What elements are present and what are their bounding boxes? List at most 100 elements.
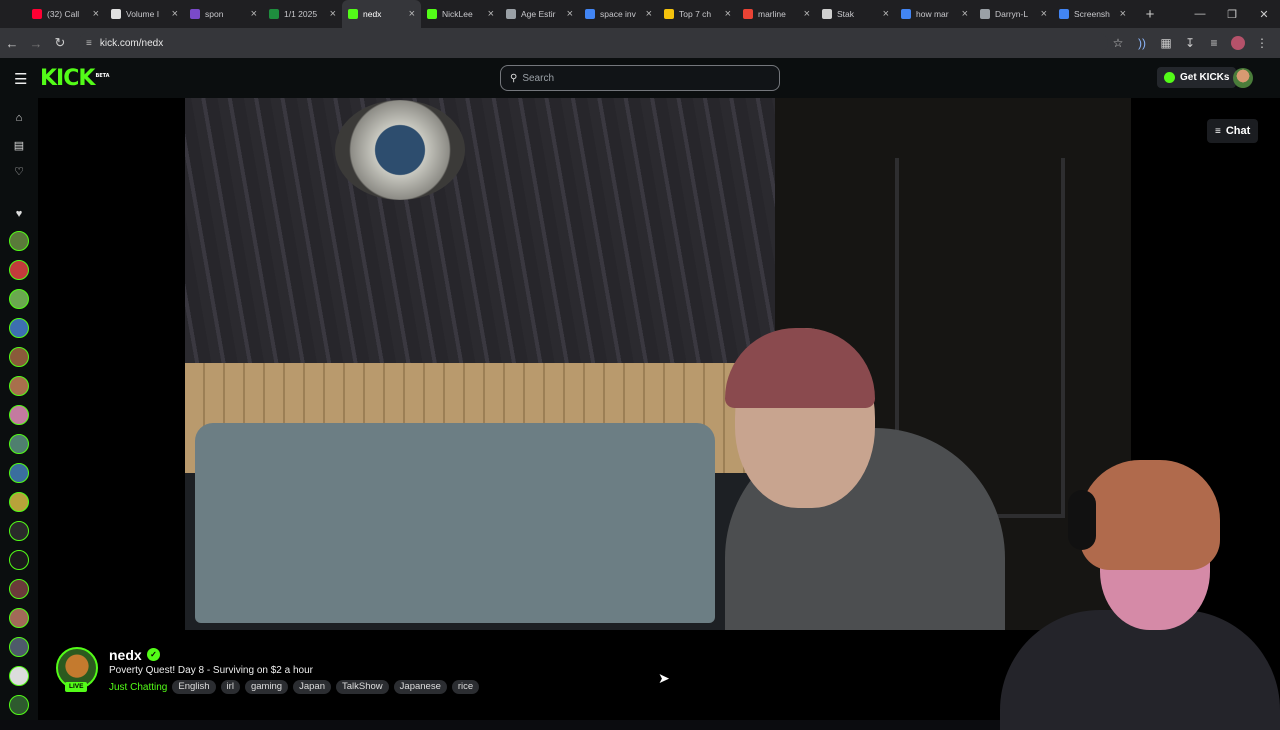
video-scene-sofa (195, 423, 715, 623)
main-content: ≡ Chat LIVE nedx ✓ Poverty Quest! Day 8 … (38, 98, 1280, 730)
tab-close-icon[interactable]: × (646, 8, 652, 20)
browser-tab[interactable]: Volume I × (105, 0, 184, 28)
tab-close-icon[interactable]: × (251, 8, 257, 20)
tab-favicon-icon (111, 9, 121, 19)
followed-channel-avatar[interactable] (9, 289, 29, 309)
download-icon[interactable]: ↧ (1178, 36, 1202, 50)
tab-close-icon[interactable]: × (488, 8, 494, 20)
mouse-cursor-icon: ➤ (658, 670, 670, 686)
tab-close-icon[interactable]: × (567, 8, 573, 20)
browser-tab[interactable]: (32) Call × (26, 0, 105, 28)
kick-logo[interactable]: KICKBETA (40, 66, 110, 91)
tab-close-icon[interactable]: × (330, 8, 336, 20)
followed-channel-avatar[interactable] (9, 550, 29, 570)
followed-channel-avatar[interactable] (9, 376, 29, 396)
followed-channel-avatar[interactable] (9, 231, 29, 251)
tag-chip[interactable]: Japanese (393, 680, 447, 694)
browser-tab[interactable]: marline × (737, 0, 816, 28)
tab-favicon-icon (822, 9, 832, 19)
tab-close-icon[interactable]: × (172, 8, 178, 20)
followed-channel-avatar[interactable] (9, 318, 29, 338)
tab-close-icon[interactable]: × (1041, 8, 1047, 20)
tab-close-icon[interactable]: × (93, 8, 99, 20)
beta-badge: BETA (95, 72, 110, 79)
reading-list-icon[interactable]: ≡ (1202, 36, 1226, 50)
tab-close-icon[interactable]: × (725, 8, 731, 20)
tag-chip[interactable]: irl (220, 680, 240, 694)
browser-tab[interactable]: Darryn-L × (974, 0, 1053, 28)
restore-icon[interactable]: ❐ (1216, 8, 1248, 21)
chat-toggle-button[interactable]: ≡ Chat (1207, 119, 1259, 143)
tab-favicon-icon (190, 9, 200, 19)
followed-channel-avatar[interactable] (9, 579, 29, 599)
browser-tab[interactable]: 1/1 2025 × (263, 0, 342, 28)
stream-tags: Just Chatting English irl gaming Japan T… (109, 680, 484, 694)
followed-channels-heart-icon: ♥ (15, 208, 23, 220)
forward-icon[interactable]: → (24, 36, 48, 51)
left-sidebar: ⌂ ▤ ♡ ♥ (0, 98, 38, 720)
followed-channel-avatar[interactable] (9, 608, 29, 628)
browser-tab[interactable]: Stak × (816, 0, 895, 28)
followed-channel-avatar[interactable] (9, 695, 29, 715)
new-tab-button[interactable]: + (1138, 6, 1162, 23)
get-kicks-button[interactable]: Get KICKs (1157, 67, 1237, 88)
user-avatar[interactable] (1233, 68, 1253, 88)
tab-favicon-icon (348, 9, 358, 19)
followed-channel-avatar[interactable] (9, 463, 29, 483)
home-icon[interactable]: ⌂ (11, 112, 27, 124)
media-icon[interactable]: )) (1130, 36, 1154, 50)
tag-chip[interactable]: rice (451, 680, 480, 694)
get-kicks-label: Get KICKs (1180, 72, 1230, 83)
bookmark-star-icon[interactable]: ☆ (1106, 36, 1130, 50)
extensions-icon[interactable]: ▦ (1154, 36, 1178, 50)
tab-close-icon[interactable]: × (804, 8, 810, 20)
followed-channel-avatar[interactable] (9, 666, 29, 686)
following-heart-icon[interactable]: ♡ (11, 165, 27, 178)
browser-tab[interactable]: nedx × (342, 0, 421, 28)
tab-favicon-icon (427, 9, 437, 19)
tag-chip[interactable]: TalkShow (336, 680, 389, 694)
browser-tab[interactable]: how mar × (895, 0, 974, 28)
tag-chip[interactable]: English (172, 680, 216, 694)
tag-chip[interactable]: gaming (244, 680, 289, 694)
browser-tab[interactable]: Screensh × (1053, 0, 1132, 28)
tab-label: space inv (600, 9, 636, 19)
followed-channel-avatar[interactable] (9, 434, 29, 454)
site-info-icon[interactable]: ≡ (86, 38, 92, 49)
browser-tab[interactable]: NickLee × (421, 0, 500, 28)
close-window-icon[interactable]: ✕ (1248, 8, 1280, 21)
hamburger-menu-icon[interactable]: ☰ (14, 70, 27, 88)
browser-tab[interactable]: space inv × (579, 0, 658, 28)
stream-category-link[interactable]: Just Chatting (109, 682, 167, 693)
browser-tab[interactable]: spon × (184, 0, 263, 28)
menu-kebab-icon[interactable]: ⋮ (1250, 36, 1274, 50)
search-input[interactable]: ⚲ Search (500, 65, 780, 91)
followed-channel-avatar[interactable] (9, 405, 29, 425)
tab-label: Top 7 ch (679, 9, 712, 19)
browser-tab[interactable]: Age Estir × (500, 0, 579, 28)
followed-channel-avatar[interactable] (9, 637, 29, 657)
browse-icon[interactable]: ▤ (11, 139, 27, 152)
tab-close-icon[interactable]: × (409, 8, 415, 20)
tab-label: Volume I (126, 9, 160, 19)
tab-label: 1/1 2025 (284, 9, 318, 19)
followed-channel-avatar[interactable] (9, 521, 29, 541)
facecam-overlay (940, 440, 1280, 730)
browser-tab[interactable]: Top 7 ch × (658, 0, 737, 28)
tab-close-icon[interactable]: × (1120, 8, 1126, 20)
minimize-icon[interactable]: — (1184, 8, 1216, 20)
tab-close-icon[interactable]: × (962, 8, 968, 20)
followed-channel-avatar[interactable] (9, 260, 29, 280)
streamer-username[interactable]: nedx (109, 647, 142, 663)
profile-avatar[interactable] (1231, 36, 1245, 50)
tab-label: marline (758, 9, 786, 19)
followed-channel-avatar[interactable] (9, 492, 29, 512)
tag-chip[interactable]: Japan (293, 680, 331, 694)
followed-channel-avatar[interactable] (9, 347, 29, 367)
back-icon[interactable]: ← (0, 36, 24, 51)
tab-label: spon (205, 9, 224, 19)
tab-label: (32) Call (47, 9, 80, 19)
tab-close-icon[interactable]: × (883, 8, 889, 20)
reload-icon[interactable]: ↻ (48, 35, 72, 51)
address-bar[interactable]: ≡ kick.com/nedx (78, 32, 1108, 54)
